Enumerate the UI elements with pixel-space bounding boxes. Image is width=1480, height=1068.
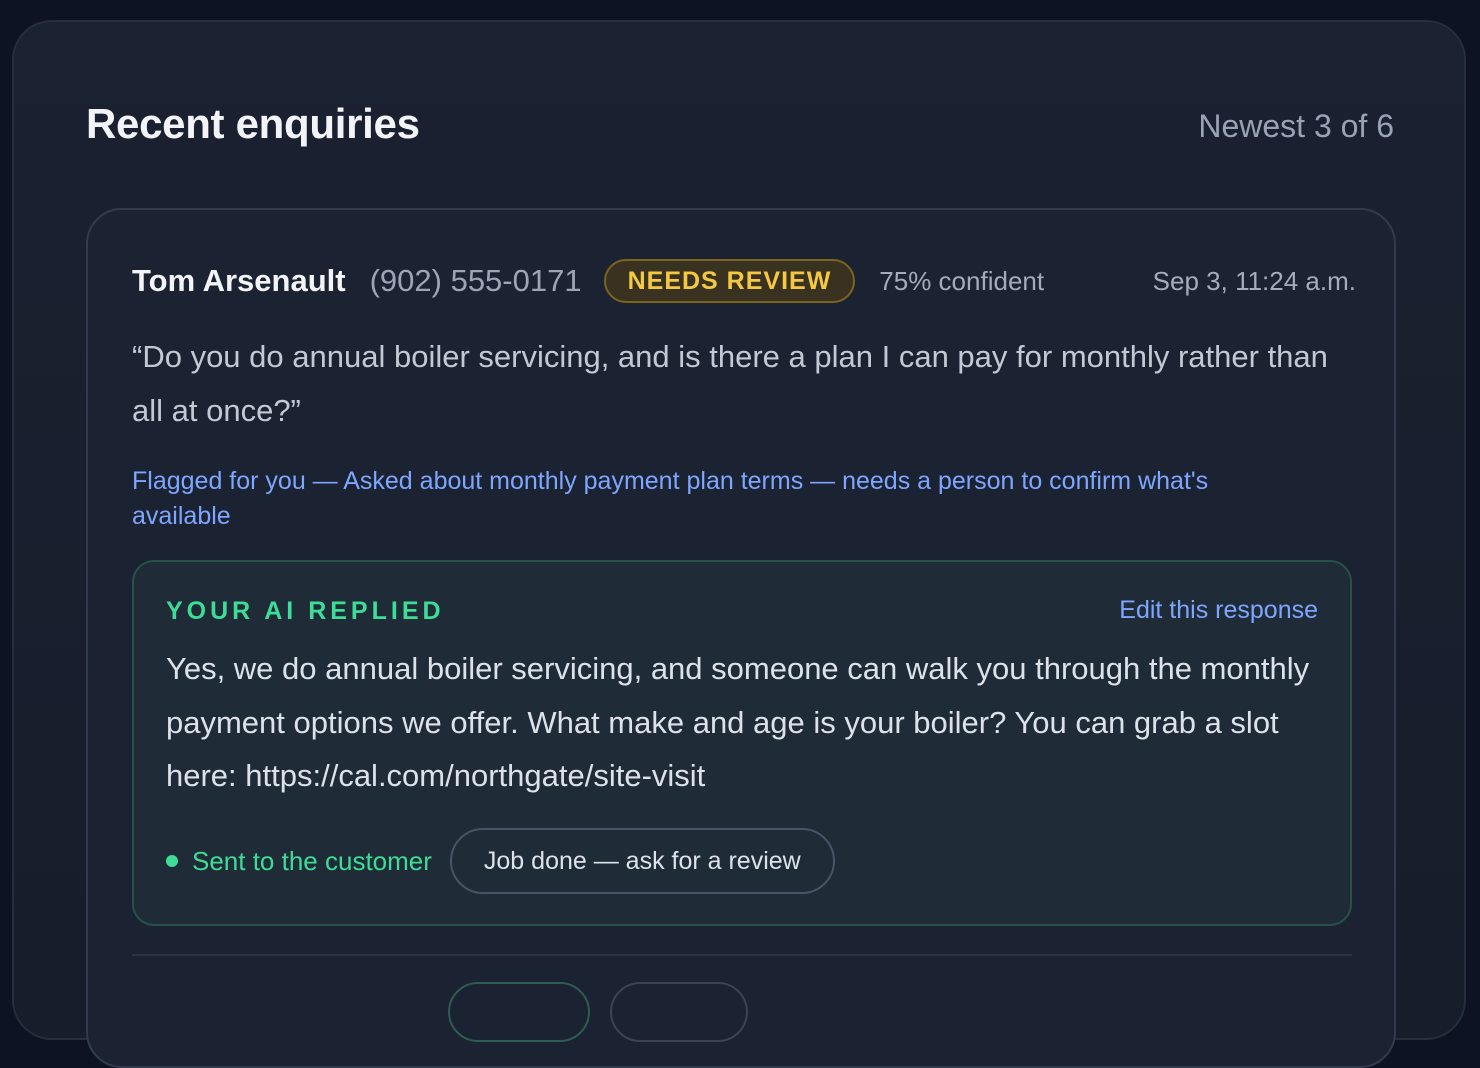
panel-title: Recent enquiries bbox=[86, 100, 420, 147]
enquiry-timestamp: Sep 3, 11:24 a.m. bbox=[1152, 265, 1356, 296]
ai-reply-label: YOUR AI REPLIED bbox=[166, 597, 445, 625]
customer-message: “Do you do annual boiler servicing, and … bbox=[132, 339, 1328, 428]
enquiry-card: Tom Arsenault (902) 555-0171 NEEDS REVIE… bbox=[86, 208, 1396, 1068]
recent-enquiries-panel: Recent enquiries Newest 3 of 6 Tom Arsen… bbox=[12, 20, 1466, 1068]
ask-review-button[interactable]: Job done — ask for a review bbox=[449, 828, 835, 894]
flag-note: Flagged for you — Asked about monthly pa… bbox=[132, 467, 1209, 530]
customer-phone[interactable]: (902) 555-0171 bbox=[370, 263, 582, 299]
action-button-partial[interactable] bbox=[610, 982, 748, 1042]
confidence-score: 75% confident bbox=[879, 265, 1045, 296]
status-dot-icon bbox=[166, 855, 178, 867]
enquiry-header: Tom Arsenault (902) 555-0171 NEEDS REVIE… bbox=[132, 258, 1356, 304]
action-button-partial[interactable] bbox=[448, 982, 590, 1042]
edit-response-link[interactable]: Edit this response bbox=[1119, 594, 1318, 626]
enquiry-count: Newest 3 of 6 bbox=[1198, 108, 1394, 144]
customer-name: Tom Arsenault bbox=[132, 263, 346, 298]
reply-footer: Sent to the customer Job done — ask for … bbox=[166, 828, 835, 894]
card-divider bbox=[132, 954, 1352, 956]
status-badge: NEEDS REVIEW bbox=[603, 259, 856, 303]
sent-status: Sent to the customer bbox=[192, 845, 432, 876]
ai-reply-text: Yes, we do annual boiler servicing, and … bbox=[166, 651, 1310, 793]
ai-reply-box: YOUR AI REPLIED Edit this response Yes, … bbox=[132, 560, 1352, 926]
